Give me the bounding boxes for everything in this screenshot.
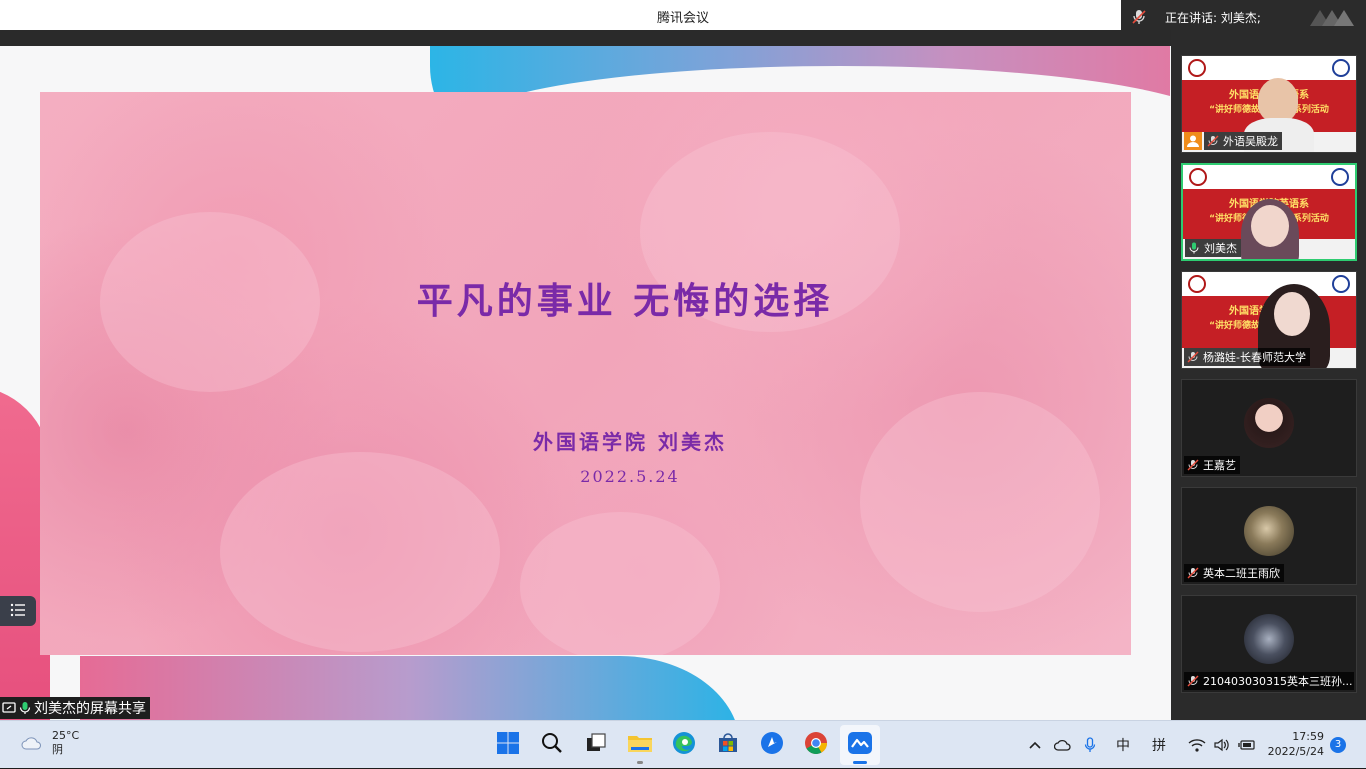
feishu-icon: [760, 731, 784, 759]
participant-name: 王嘉艺: [1203, 459, 1236, 472]
petal: [520, 512, 720, 655]
clock-date: 2022/5/24: [1267, 745, 1324, 758]
school-emblem-icon: [1188, 59, 1206, 77]
battery-icon[interactable]: [1238, 739, 1256, 751]
school-emblem-icon: [1332, 275, 1350, 293]
participant-tile[interactable]: 210403030315英本三班孙...: [1181, 595, 1357, 693]
notification-count-badge[interactable]: 3: [1330, 737, 1346, 753]
chrome-icon: [804, 731, 828, 759]
participant-name-tag: 外语吴殿龙: [1204, 132, 1282, 150]
slide-content: 平凡的事业 无悔的选择 外国语学院 刘美杰 2022.5.24: [40, 92, 1131, 655]
slide-stage: 平凡的事业 无悔的选择 外国语学院 刘美杰 2022.5.24: [0, 46, 1171, 734]
folder-icon: [627, 732, 653, 758]
participant-tile[interactable]: 外国语学院英语系 “讲好师德故事”主题系列活动 外语吴殿龙: [1181, 55, 1357, 153]
school-emblem-icon: [1331, 168, 1349, 186]
ime-language-indicator[interactable]: 中: [1116, 735, 1130, 755]
taskbar: 25°C 阴 中 拼 17:59 2022/5/24 3: [0, 720, 1366, 768]
school-emblem-icon: [1188, 275, 1206, 293]
running-indicator: [853, 761, 867, 764]
speaking-indicator: 正在讲话: 刘美杰;: [1121, 0, 1366, 34]
microphone-icon[interactable]: [1084, 737, 1096, 753]
screen-share-label: 刘美杰的屏幕共享: [0, 697, 150, 719]
participant-video-person: [1258, 78, 1298, 122]
weather-condition: 阴: [52, 743, 63, 756]
edge-icon: [672, 731, 696, 759]
participant-name-tag: 刘美杰: [1185, 239, 1241, 257]
mic-muted-icon: [1131, 9, 1147, 25]
participant-video-person: [1274, 292, 1310, 336]
participant-avatar: [1244, 398, 1294, 448]
search-button[interactable]: [532, 725, 572, 765]
mic-icon: [18, 701, 32, 715]
participant-name: 刘美杰: [1204, 242, 1237, 255]
microsoft-store-button[interactable]: [708, 725, 748, 765]
store-icon: [717, 732, 739, 758]
participant-tile[interactable]: 王嘉艺: [1181, 379, 1357, 477]
participant-name-tag: 英本二班王雨欣: [1184, 564, 1284, 582]
start-button[interactable]: [488, 725, 528, 765]
slide-author: 外国语学院 刘美杰: [533, 430, 727, 454]
school-emblem-icon: [1189, 168, 1207, 186]
participant-name-tag: 王嘉艺: [1184, 456, 1240, 474]
participant-tile[interactable]: 外国语学院英语系 “讲好师德故事”主题系列活动 杨潞娃-长春师范大学: [1181, 271, 1357, 369]
screen-share-icon: [2, 701, 16, 715]
file-explorer-button[interactable]: [620, 725, 660, 765]
mic-active-icon: [1188, 242, 1200, 254]
screen-share-text: 刘美杰的屏幕共享: [34, 701, 146, 717]
mic-muted-icon: [1187, 675, 1199, 687]
windows-start-icon: [496, 731, 520, 759]
weather-temperature: 25°C: [52, 729, 80, 742]
mic-muted-icon: [1187, 567, 1199, 579]
participant-name: 英本二班王雨欣: [1203, 567, 1280, 580]
clock-time: 17:59: [1292, 730, 1324, 743]
taskbar-apps: [488, 725, 884, 765]
chrome-button[interactable]: [796, 725, 836, 765]
task-view-button[interactable]: [576, 725, 616, 765]
mic-muted-icon: [1207, 135, 1219, 147]
banner-strip: [1182, 56, 1356, 80]
edge-browser-button[interactable]: [664, 725, 704, 765]
participant-name: 外语吴殿龙: [1223, 135, 1278, 148]
participant-tile-active[interactable]: 外国语学院英语系 “讲好师德故事”主题系列活动 刘美杰: [1181, 163, 1357, 261]
participant-name-tag: 210403030315英本三班孙...: [1184, 672, 1354, 690]
cloudy-weather-icon: [20, 735, 42, 751]
participant-avatar: [1244, 614, 1294, 664]
mic-muted-icon: [1187, 459, 1199, 471]
shared-screen-area: 平凡的事业 无悔的选择 外国语学院 刘美杰 2022.5.24: [0, 30, 1171, 734]
participant-gallery: 外国语学院英语系 “讲好师德故事”主题系列活动 外语吴殿龙 外国语学院英语系 “…: [1171, 34, 1366, 720]
participant-name-tag: 杨潞娃-长春师范大学: [1184, 348, 1310, 366]
slide-date: 2022.5.24: [580, 467, 680, 486]
petal: [860, 392, 1100, 612]
speaking-text: 正在讲话: 刘美杰;: [1165, 10, 1261, 25]
running-indicator: [637, 761, 643, 764]
show-hidden-icons-chevron-up-icon[interactable]: [1028, 740, 1042, 750]
participant-name: 杨潞娃-长春师范大学: [1203, 351, 1306, 364]
system-clock[interactable]: 17:59 2022/5/24: [1262, 729, 1324, 759]
banner-strip: [1183, 165, 1355, 189]
mic-muted-icon: [1187, 351, 1199, 363]
tencent-meeting-icon: [847, 731, 873, 759]
list-icon: [10, 602, 26, 621]
slide-title: 平凡的事业 无悔的选择: [416, 280, 834, 322]
host-icon: [1184, 132, 1202, 150]
task-view-icon: [585, 732, 607, 758]
participant-video-person: [1251, 205, 1289, 247]
toc-list-button[interactable]: [0, 596, 36, 626]
tencent-meeting-button[interactable]: [840, 725, 880, 765]
onedrive-cloud-icon[interactable]: [1054, 739, 1072, 751]
app-logo-icon: [1308, 6, 1358, 28]
wifi-icon[interactable]: [1188, 738, 1206, 752]
search-icon: [541, 732, 563, 758]
weather-widget[interactable]: 25°C 阴: [20, 729, 79, 757]
system-tray: 中 拼: [1028, 721, 1268, 769]
participant-avatar: [1244, 506, 1294, 556]
feishu-button[interactable]: [752, 725, 792, 765]
participant-tile[interactable]: 英本二班王雨欣: [1181, 487, 1357, 585]
participant-name: 210403030315英本三班孙...: [1203, 675, 1353, 688]
school-emblem-icon: [1332, 59, 1350, 77]
ime-mode-indicator[interactable]: 拼: [1152, 735, 1166, 755]
banner-strip: [1182, 272, 1356, 296]
volume-icon[interactable]: [1214, 738, 1230, 752]
